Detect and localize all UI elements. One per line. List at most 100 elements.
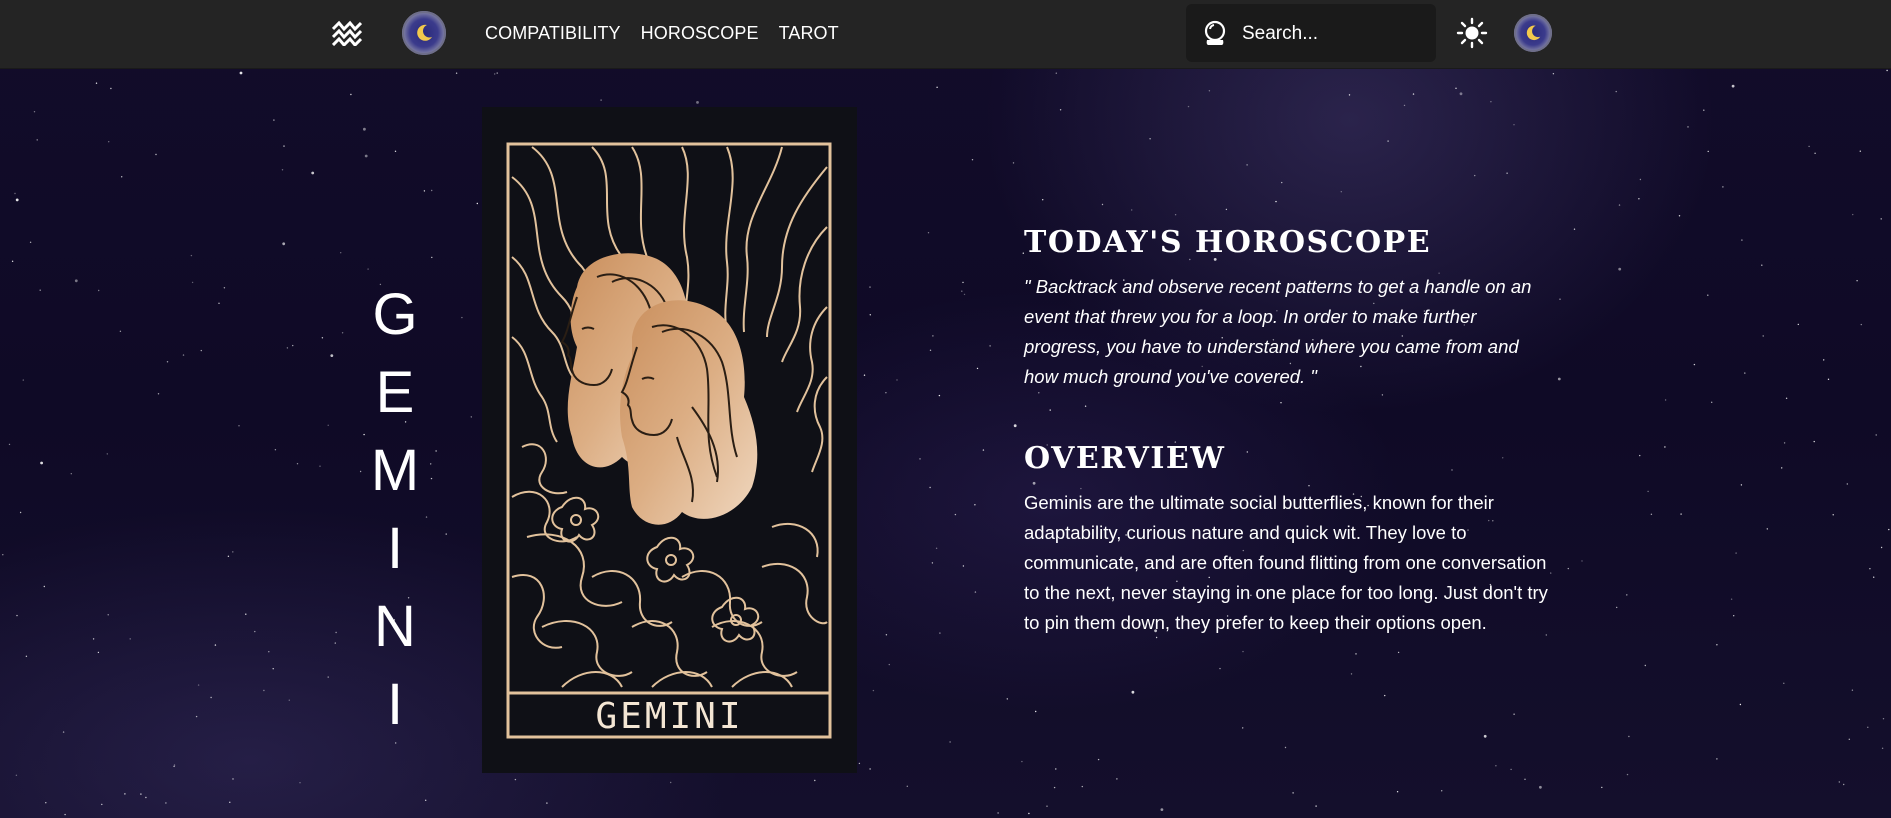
- star: [107, 614, 109, 616]
- star: [1730, 598, 1733, 600]
- star: [335, 631, 337, 634]
- star: [263, 689, 265, 692]
- star: [1474, 174, 1476, 177]
- star: [98, 289, 100, 292]
- star: [1875, 434, 1877, 436]
- star: [129, 638, 131, 640]
- sign-letter: I: [386, 672, 404, 737]
- star: [1783, 682, 1785, 684]
- star: [1006, 698, 1008, 700]
- nav-link-horoscope[interactable]: HOROSCOPE: [641, 23, 759, 44]
- search-input[interactable]: [1240, 18, 1424, 50]
- star: [1739, 703, 1742, 706]
- star: [1013, 424, 1017, 428]
- star: [939, 632, 941, 634]
- star: [119, 330, 122, 332]
- star: [546, 802, 548, 804]
- search-box: [1186, 4, 1436, 62]
- crescent-moon-icon: [1526, 25, 1541, 41]
- star: [1711, 401, 1713, 403]
- star: [227, 555, 230, 557]
- star: [1225, 208, 1228, 211]
- star: [869, 768, 871, 770]
- star: [8, 443, 11, 446]
- star: [1490, 101, 1492, 103]
- star: [1042, 199, 1044, 201]
- user-avatar[interactable]: [1514, 14, 1552, 52]
- star: [140, 793, 142, 795]
- star: [931, 562, 934, 564]
- star: [423, 190, 426, 192]
- star: [1573, 228, 1576, 230]
- card-label: GEMINI: [595, 695, 744, 737]
- star: [319, 465, 321, 467]
- star: [435, 450, 437, 452]
- star: [929, 486, 931, 489]
- star: [885, 634, 888, 636]
- star: [288, 699, 290, 701]
- star: [1639, 454, 1641, 457]
- overview-title: OVERVIEW: [1024, 441, 1226, 476]
- star: [938, 394, 941, 397]
- star: [1639, 178, 1642, 181]
- star: [514, 778, 517, 781]
- star: [936, 86, 938, 89]
- star: [218, 302, 220, 304]
- todays-horoscope-title: TODAY'S HOROSCOPE: [1024, 225, 1432, 260]
- star: [1081, 785, 1084, 788]
- star: [1678, 215, 1681, 217]
- star: [1716, 758, 1718, 760]
- star: [1539, 785, 1542, 789]
- star: [431, 189, 433, 192]
- star: [858, 762, 861, 765]
- star: [1055, 768, 1057, 770]
- star: [430, 463, 432, 465]
- sun-icon[interactable]: [1456, 17, 1488, 49]
- top-navbar: COMPATIBILITY HOROSCOPE TAROT: [0, 0, 1891, 69]
- logo-avatar[interactable]: [402, 11, 446, 55]
- star: [1618, 204, 1621, 206]
- star: [1581, 560, 1583, 562]
- star: [1012, 162, 1015, 164]
- star: [1856, 280, 1858, 282]
- star: [311, 171, 315, 175]
- star: [1628, 735, 1630, 738]
- star: [190, 254, 193, 257]
- star: [1616, 606, 1618, 609]
- star: [165, 802, 167, 804]
- star: [974, 591, 977, 593]
- star: [173, 765, 175, 768]
- sign-name-vertical: G E M I N I: [360, 276, 430, 744]
- star: [869, 286, 871, 288]
- star: [364, 154, 368, 158]
- nav-link-tarot[interactable]: TAROT: [779, 23, 839, 44]
- nav-link-compatibility[interactable]: COMPATIBILITY: [485, 23, 621, 44]
- star: [45, 802, 47, 804]
- sign-letter: E: [375, 360, 415, 425]
- star: [1664, 399, 1667, 401]
- star: [1242, 650, 1244, 653]
- star: [1693, 363, 1696, 366]
- star: [1495, 765, 1497, 767]
- sign-letter: G: [372, 282, 418, 347]
- star: [1174, 214, 1177, 216]
- star: [1761, 264, 1763, 266]
- star: [929, 349, 932, 351]
- star: [1028, 812, 1030, 815]
- star: [935, 547, 938, 549]
- star: [1615, 90, 1617, 93]
- star: [496, 72, 498, 74]
- star: [254, 630, 256, 633]
- star: [121, 176, 123, 178]
- star: [157, 393, 160, 395]
- star: [29, 241, 32, 243]
- aquarius-waves-icon[interactable]: [332, 20, 362, 46]
- star: [282, 242, 286, 246]
- star: [1219, 667, 1221, 670]
- star: [982, 449, 985, 451]
- star: [15, 774, 18, 776]
- star: [1846, 483, 1849, 485]
- star: [1867, 726, 1869, 728]
- star: [1852, 213, 1854, 216]
- star: [74, 279, 78, 283]
